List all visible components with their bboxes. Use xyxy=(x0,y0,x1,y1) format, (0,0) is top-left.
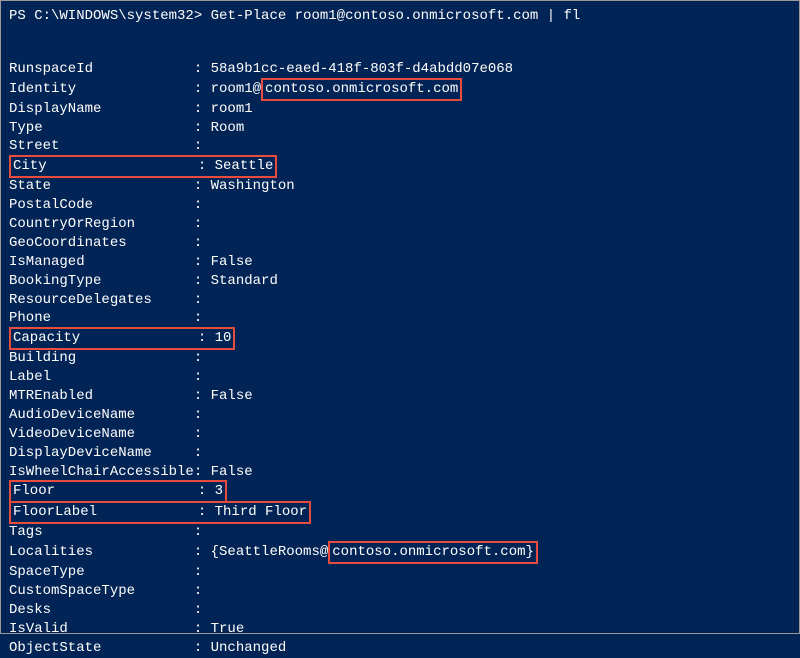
prompt-line[interactable]: PS C:\WINDOWS\system32> Get-Place room1@… xyxy=(9,7,791,26)
property-line: IsWheelChairAccessible: False xyxy=(9,464,253,480)
highlight-Identity: contoso.onmicrosoft.com xyxy=(261,78,462,101)
output-row-GeoCoordinates: GeoCoordinates : xyxy=(9,234,791,253)
output-row-CustomSpaceType: CustomSpaceType : xyxy=(9,582,791,601)
output-row-ObjectState: ObjectState : Unchanged xyxy=(9,639,791,658)
output-row-State: State : Washington xyxy=(9,177,791,196)
property-line: BookingType : Standard xyxy=(9,273,278,289)
output-row-IsWheelChairAccessible: IsWheelChairAccessible: False xyxy=(9,463,791,482)
output-row-Tags: Tags : xyxy=(9,523,791,542)
output-row-FloorLabel: FloorLabel : Third Floor xyxy=(9,502,791,523)
output-row-IsValid: IsValid : True xyxy=(9,620,791,639)
output-row-DisplayName: DisplayName : room1 xyxy=(9,100,791,119)
property-line: Label : xyxy=(9,369,211,385)
output-spacer xyxy=(9,42,791,60)
property-line: Tags : xyxy=(9,524,211,540)
property-line: GeoCoordinates : xyxy=(9,235,211,251)
output-row-Localities: Localities : {SeattleRooms@contoso.onmic… xyxy=(9,542,791,563)
output-row-Phone: Phone : xyxy=(9,309,791,328)
output-row-DisplayDeviceName: DisplayDeviceName : xyxy=(9,444,791,463)
output-row-BookingType: BookingType : Standard xyxy=(9,272,791,291)
property-line: State : Washington xyxy=(9,178,295,194)
highlight-City: City : Seattle xyxy=(9,155,277,178)
output-row-Floor: Floor : 3 xyxy=(9,481,791,502)
highlight-Capacity: Capacity : 10 xyxy=(9,327,235,350)
output-row-MTREnabled: MTREnabled : False xyxy=(9,387,791,406)
output-row-Building: Building : xyxy=(9,349,791,368)
output-row-Label: Label : xyxy=(9,368,791,387)
property-line: Building : xyxy=(9,350,211,366)
prompt-command: Get-Place room1@contoso.onmicrosoft.com … xyxy=(211,8,581,24)
property-line: ResourceDelegates : xyxy=(9,292,211,308)
output-row-Capacity: Capacity : 10 xyxy=(9,328,791,349)
output-row-ResourceDelegates: ResourceDelegates : xyxy=(9,291,791,310)
command-output: RunspaceId : 58a9b1cc-eaed-418f-803f-d4a… xyxy=(9,60,791,658)
property-line: MTREnabled : False xyxy=(9,388,253,404)
output-row-Desks: Desks : xyxy=(9,601,791,620)
property-line: SpaceType : xyxy=(9,564,211,580)
prompt-prefix: PS C:\WINDOWS\system32> xyxy=(9,8,211,24)
property-line: Desks : xyxy=(9,602,211,618)
output-row-City: City : Seattle xyxy=(9,156,791,177)
property-line: CountryOrRegion : xyxy=(9,216,211,232)
property-line: IsManaged : False xyxy=(9,254,253,270)
property-line: ObjectState : Unchanged xyxy=(9,640,286,656)
output-row-CountryOrRegion: CountryOrRegion : xyxy=(9,215,791,234)
property-line: AudioDeviceName : xyxy=(9,407,211,423)
output-row-IsManaged: IsManaged : False xyxy=(9,253,791,272)
output-row-Street: Street : xyxy=(9,137,791,156)
property-line: DisplayDeviceName : xyxy=(9,445,211,461)
output-row-Type: Type : Room xyxy=(9,119,791,138)
property-key: Identity : room1@ xyxy=(9,81,261,97)
property-line: DisplayName : room1 xyxy=(9,101,253,117)
output-row-RunspaceId: RunspaceId : 58a9b1cc-eaed-418f-803f-d4a… xyxy=(9,60,791,79)
property-line: IsValid : True xyxy=(9,621,244,637)
property-line: Phone : xyxy=(9,310,211,326)
output-row-Identity: Identity : room1@contoso.onmicrosoft.com xyxy=(9,79,791,100)
property-line: RunspaceId : 58a9b1cc-eaed-418f-803f-d4a… xyxy=(9,61,513,77)
property-line: VideoDeviceName : xyxy=(9,426,211,442)
highlight-FloorLabel: FloorLabel : Third Floor xyxy=(9,501,311,524)
output-row-PostalCode: PostalCode : xyxy=(9,196,791,215)
highlight-Localities: contoso.onmicrosoft.com} xyxy=(328,541,538,564)
highlight-Floor: Floor : 3 xyxy=(9,480,227,503)
property-key: Localities : {SeattleRooms@ xyxy=(9,544,328,560)
output-row-SpaceType: SpaceType : xyxy=(9,563,791,582)
property-line: Street : xyxy=(9,138,211,154)
output-row-AudioDeviceName: AudioDeviceName : xyxy=(9,406,791,425)
property-line: PostalCode : xyxy=(9,197,211,213)
property-line: CustomSpaceType : xyxy=(9,583,211,599)
property-line: Type : Room xyxy=(9,120,244,136)
output-row-VideoDeviceName: VideoDeviceName : xyxy=(9,425,791,444)
